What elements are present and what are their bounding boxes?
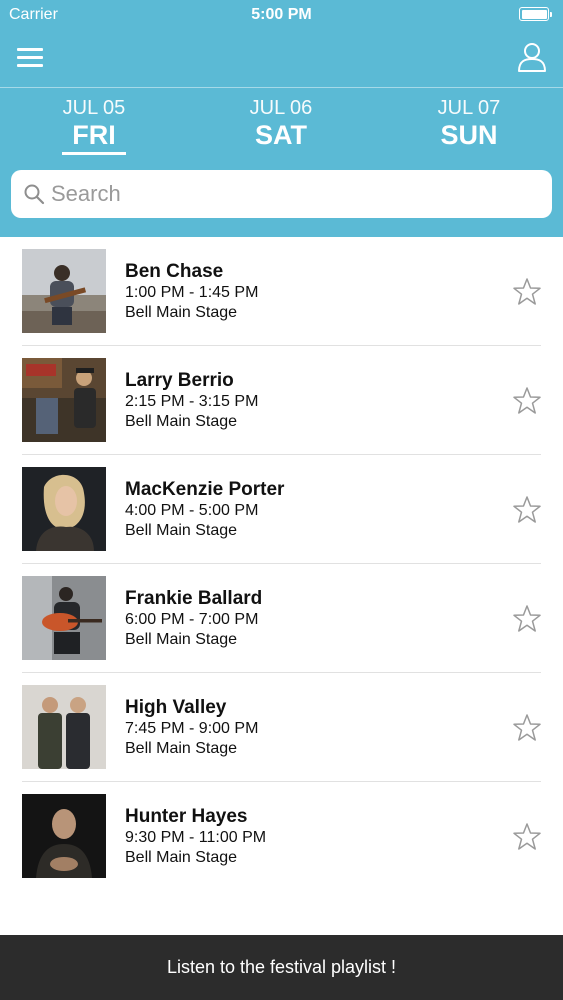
stage-name: Bell Main Stage — [125, 413, 238, 430]
day-tab-fri[interactable]: JUL 05 FRI — [34, 96, 154, 156]
artist-photo — [22, 358, 106, 442]
artist-photo — [22, 249, 106, 333]
list-item[interactable]: Hunter Hayes 9:30 PM - 11:00 PM Bell Mai… — [0, 782, 563, 891]
list-item[interactable]: Frankie Ballard 6:00 PM - 7:00 PM Bell M… — [0, 564, 563, 673]
artist-photo — [22, 467, 106, 551]
search-placeholder: Search — [51, 181, 121, 206]
performance-time: 2:15 PM - 3:15 PM — [125, 393, 259, 410]
status-bar: Carrier 5:00 PM — [0, 0, 563, 30]
performance-info: Larry Berrio 2:15 PM - 3:15 PM Bell Main… — [125, 369, 258, 432]
list-item[interactable]: Ben Chase 1:00 PM - 1:45 PM Bell Main St… — [0, 237, 563, 346]
artist-name: High Valley — [125, 697, 227, 718]
artist-photo — [22, 685, 106, 769]
performance-info: MacKenzie Porter 4:00 PM - 5:00 PM Bell … — [125, 478, 284, 541]
search-icon — [24, 184, 45, 205]
day-date: JUL 05 — [62, 97, 126, 119]
star-icon[interactable] — [512, 277, 542, 307]
performance-info: High Valley 7:45 PM - 9:00 PM Bell Main … — [125, 696, 258, 759]
artist-name: Ben Chase — [125, 261, 224, 282]
performance-info: Ben Chase 1:00 PM - 1:45 PM Bell Main St… — [125, 260, 258, 323]
star-icon[interactable] — [512, 822, 542, 852]
menu-icon[interactable] — [17, 45, 43, 69]
stage-name: Bell Main Stage — [125, 631, 238, 648]
day-weekday: FRI — [72, 120, 116, 150]
day-selector: JUL 05 FRI JUL 06 SAT JUL 07 SUN — [0, 96, 563, 161]
performance-info: Frankie Ballard 6:00 PM - 7:00 PM Bell M… — [125, 587, 262, 650]
artist-photo — [22, 576, 106, 660]
user-icon[interactable] — [517, 41, 547, 73]
performance-time: 9:30 PM - 11:00 PM — [125, 829, 267, 846]
list-item[interactable]: MacKenzie Porter 4:00 PM - 5:00 PM Bell … — [0, 455, 563, 564]
star-icon[interactable] — [512, 386, 542, 416]
performance-time: 1:00 PM - 1:45 PM — [125, 284, 259, 301]
star-icon[interactable] — [512, 713, 542, 743]
day-date: JUL 07 — [437, 97, 501, 119]
stage-name: Bell Main Stage — [125, 849, 238, 866]
performance-time: 6:00 PM - 7:00 PM — [125, 611, 259, 628]
battery-icon — [519, 7, 552, 21]
day-weekday: SAT — [255, 120, 307, 150]
artist-name: Frankie Ballard — [125, 588, 263, 609]
artist-name: Larry Berrio — [125, 370, 234, 391]
performance-info: Hunter Hayes 9:30 PM - 11:00 PM Bell Mai… — [125, 805, 266, 868]
day-tab-sun[interactable]: JUL 07 SUN — [409, 96, 529, 156]
stage-name: Bell Main Stage — [125, 522, 238, 539]
search-input[interactable]: Search — [11, 170, 552, 218]
nav-bar — [0, 30, 563, 87]
performance-time: 4:00 PM - 5:00 PM — [125, 502, 259, 519]
playlist-button[interactable]: Listen to the festival playlist ! — [0, 935, 563, 1000]
artist-photo — [22, 794, 106, 878]
performance-time: 7:45 PM - 9:00 PM — [125, 720, 259, 737]
day-weekday: SUN — [440, 120, 498, 150]
stage-name: Bell Main Stage — [125, 740, 238, 757]
star-icon[interactable] — [512, 495, 542, 525]
stage-name: Bell Main Stage — [125, 304, 238, 321]
artist-name: MacKenzie Porter — [125, 479, 285, 500]
selected-day-underline — [62, 152, 126, 155]
list-item[interactable]: High Valley 7:45 PM - 9:00 PM Bell Main … — [0, 673, 563, 782]
app-header: Carrier 5:00 PM JUL 05 FRI JUL 06 SAT JU… — [0, 0, 563, 237]
star-icon[interactable] — [512, 604, 542, 634]
status-time: 5:00 PM — [251, 6, 312, 23]
nav-divider — [0, 87, 563, 88]
artist-name: Hunter Hayes — [125, 806, 248, 827]
list-item[interactable]: Larry Berrio 2:15 PM - 3:15 PM Bell Main… — [0, 346, 563, 455]
day-tab-sat[interactable]: JUL 06 SAT — [221, 96, 341, 156]
day-date: JUL 06 — [249, 97, 313, 119]
